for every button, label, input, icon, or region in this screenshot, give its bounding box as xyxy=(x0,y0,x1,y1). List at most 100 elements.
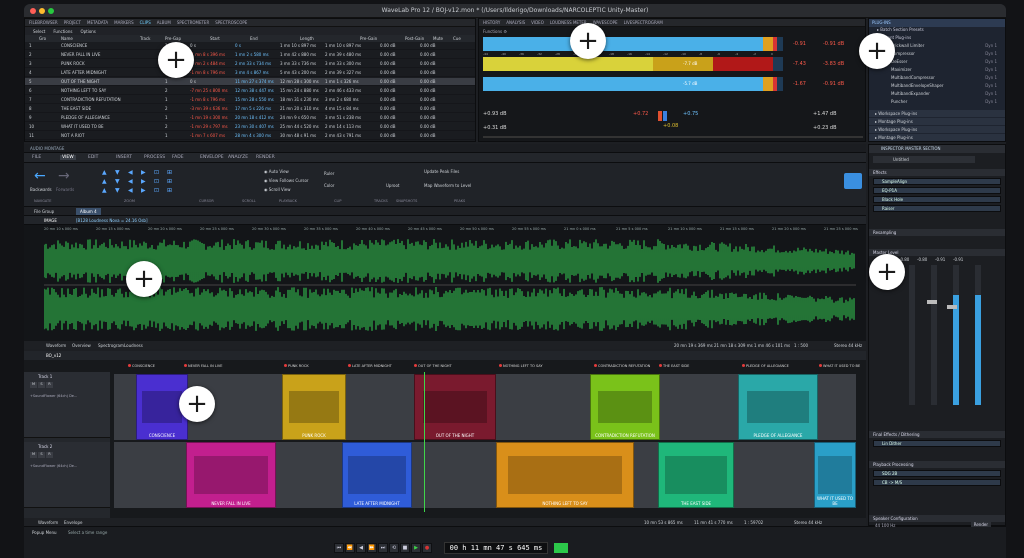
plugin-category[interactable]: ▸ Batch Section Presets xyxy=(877,27,924,32)
tab-filebrowser[interactable]: FILEBROWSER xyxy=(29,20,58,25)
forward-arrow-icon[interactable]: → xyxy=(58,169,72,183)
table-row[interactable]: 5 OUT OF THE NIGHT 1 0 s 11 mn 27 s 374 ms 12… xyxy=(25,78,475,86)
marker[interactable]: NOTHING LEFT TO SAY xyxy=(499,364,543,368)
popup-menu-button[interactable]: Popup Menu xyxy=(32,530,57,535)
playhead-cursor[interactable] xyxy=(424,372,425,512)
tab-video[interactable]: VIDEO xyxy=(531,20,544,25)
table-row[interactable]: 2NEVER FALL IN LIVE2-1 mn 8 s 396 ms1 mn… xyxy=(25,51,475,59)
clip-block[interactable]: NEVER FALL IN LIVE xyxy=(186,442,276,508)
column-header[interactable]: Name xyxy=(61,36,73,41)
ribbon-tab-render[interactable]: RENDER xyxy=(256,155,275,160)
marker[interactable]: CONSCIENCE xyxy=(128,364,155,368)
ribbon-tab-envelope[interactable]: ENVELOPE xyxy=(200,155,224,160)
transport-button-icon[interactable]: ⏭ xyxy=(378,543,388,553)
marker[interactable]: OUT OF THE NIGHT xyxy=(414,364,452,368)
sync-icon[interactable] xyxy=(844,173,862,189)
zoom-arrow-icon[interactable]: ⊡ xyxy=(154,169,159,176)
montage-tab[interactable]: BO_v12 xyxy=(46,353,61,358)
column-header[interactable]: Track xyxy=(140,36,150,41)
playback-option[interactable]: ◉ Auto View xyxy=(264,169,289,174)
clip-block[interactable]: LATE AFTER MIDNIGHT xyxy=(342,442,412,508)
marker[interactable]: WHAT IT USED TO BE xyxy=(819,364,860,368)
clip-block[interactable]: THE EAST SIDE xyxy=(658,442,734,508)
peaks-option[interactable]: Map Waveform to Level xyxy=(424,183,471,188)
column-header[interactable]: Cue xyxy=(453,36,461,41)
time-display[interactable]: 00 h 11 mn 47 s 645 ms xyxy=(444,542,548,554)
clip-block[interactable]: OUT OF THE NIGHT xyxy=(414,374,496,440)
table-row[interactable]: 8 THE EAST SIDE 2 -3 mn 39 s 636 ms 17 mn 5 … xyxy=(25,105,475,113)
zoom-arrow-icon[interactable]: ⊞ xyxy=(167,178,172,185)
pp-slot[interactable]: CB -> M/S xyxy=(873,479,1001,486)
ribbon-tab-process[interactable]: PROCESS xyxy=(144,155,165,160)
transport-button-icon[interactable]: ◀ xyxy=(356,543,366,553)
transport-button-icon[interactable]: ⏪ xyxy=(345,543,355,553)
plugin-section[interactable]: ▸ Workspace Plug-ins xyxy=(869,126,1005,133)
zoom-arrow-icon[interactable]: ⊡ xyxy=(154,187,159,194)
transport-button-icon[interactable]: ⟲ xyxy=(389,543,399,553)
clips-toolbar-select[interactable]: Select xyxy=(33,29,45,34)
tab-markers[interactable]: MARKERS xyxy=(114,20,133,25)
table-row[interactable]: 3PUNK ROCK1-2 mn 2 s 484 ms2 mn 33 s 734… xyxy=(25,60,475,68)
ribbon-tab-edit[interactable]: EDIT xyxy=(88,155,98,160)
plugin-item[interactable]: Compressor Dyn 1 xyxy=(883,51,1001,59)
plugin-item[interactable]: Brickwall Limiter Dyn 1 xyxy=(883,43,1001,51)
back-arrow-icon[interactable]: ← xyxy=(34,169,48,183)
table-row[interactable]: 10 WHAT IT USED TO BE 2 -1 mn 29 s 797 ms 23… xyxy=(25,123,475,131)
fader-knob[interactable] xyxy=(927,300,937,304)
file-group-tab-album[interactable]: Album 4 xyxy=(76,208,101,215)
ribbon-tab-view[interactable]: VIEW xyxy=(60,155,76,160)
tab-metadata[interactable]: METADATA xyxy=(87,20,108,25)
track-btn-r[interactable]: R xyxy=(46,452,53,458)
wave-view-tab[interactable]: Loudness xyxy=(124,343,143,348)
dither-slot[interactable]: Lin Dither xyxy=(873,440,1001,447)
zoom-arrow-icon[interactable]: ◀ xyxy=(128,169,133,176)
tab-history[interactable]: HISTORY xyxy=(483,20,500,25)
marker[interactable]: THE EAST SIDE xyxy=(659,364,689,368)
effect-slot[interactable]: Black Hole xyxy=(873,196,1001,203)
zoom-arrow-icon[interactable]: ▶ xyxy=(141,169,146,176)
effect-slot[interactable]: SampleAlign xyxy=(873,178,1001,185)
wave-view-tab[interactable]: Overview xyxy=(72,343,91,348)
clip-block[interactable]: NOTHING LEFT TO SAY xyxy=(496,442,634,508)
zoom-arrow-icon[interactable]: ▼ xyxy=(115,169,120,176)
table-row[interactable]: 11 NOT A RIOT 1 -1 mn 7 s 607 ms 28 mn 4 s 3… xyxy=(25,132,475,140)
plugin-item[interactable]: MultibandEnvelopeShaper Dyn 1 xyxy=(883,83,1001,91)
tracks-option[interactable]: Uproot xyxy=(386,183,400,188)
marker[interactable]: PUNK ROCK xyxy=(284,364,309,368)
column-header[interactable]: Start xyxy=(210,36,220,41)
plugin-section[interactable]: ▸ Montage Plug-ins xyxy=(869,134,1005,141)
playback-option[interactable]: ◉ Scroll View xyxy=(264,187,291,192)
transport-button-icon[interactable]: ■ xyxy=(400,543,410,553)
plugin-item[interactable]: DeEsser Dyn 1 xyxy=(883,59,1001,67)
zoom-arrow-icon[interactable]: ▲ xyxy=(102,169,107,176)
plugin-section[interactable]: ▸ Montage Plug-ins xyxy=(869,118,1005,125)
wave-view-tab[interactable]: Spectrogram xyxy=(98,343,124,348)
table-row[interactable]: 4LATE AFTER MIDNIGHT2-1 mn 8 s 796 ms3 m… xyxy=(25,69,475,77)
tab-album[interactable]: ALBUM xyxy=(157,20,171,25)
ribbon-tab-insert[interactable]: INSERT xyxy=(116,155,132,160)
image-tab[interactable]: IMAGE xyxy=(44,218,57,223)
table-row[interactable]: 7 CONTRADICTION REFUTATION 1 -1 mn 8 s 796 … xyxy=(25,96,475,104)
marker[interactable]: PLEDGE OF ALLEGIANCE xyxy=(742,364,789,368)
montage-view-tab[interactable]: Waveform xyxy=(38,520,58,525)
plugin-item[interactable]: MultibandCompressor Dyn 1 xyxy=(883,75,1001,83)
zoom-arrow-icon[interactable]: ▶ xyxy=(141,187,146,194)
stereo-waveform[interactable] xyxy=(44,237,856,333)
zoom-arrow-icon[interactable]: ◀ xyxy=(128,187,133,194)
tab-livespectrogram[interactable]: LIVESPECTROGRAM xyxy=(624,20,663,25)
ribbon-tab-fade[interactable]: FADE xyxy=(172,155,184,160)
clip-block[interactable]: WHAT IT USED TO BE xyxy=(814,442,856,508)
zoom-arrow-icon[interactable]: ▼ xyxy=(115,178,120,185)
zoom-arrow-icon[interactable]: ▲ xyxy=(102,178,107,185)
marker[interactable]: NEVER FALL IN LIVE xyxy=(184,364,222,368)
track-header[interactable]: Track 2 +SoundFlower (64ch) De... M S R xyxy=(24,442,110,508)
preset-field[interactable]: Untitled xyxy=(873,156,975,163)
transport-button-icon[interactable]: ▶ xyxy=(411,543,421,553)
marker[interactable]: CONTRADICTION REFUTATION xyxy=(594,364,650,368)
track-btn-m[interactable]: M xyxy=(30,382,37,388)
plugin-item[interactable]: MultibandExpander Dyn 1 xyxy=(883,91,1001,99)
clip-block[interactable]: CONTRADICTION REFUTATION xyxy=(590,374,660,440)
peaks-option[interactable]: Update Peak Files xyxy=(424,169,459,174)
tab-project[interactable]: PROJECT xyxy=(64,20,81,25)
column-header[interactable]: Mute xyxy=(433,36,443,41)
